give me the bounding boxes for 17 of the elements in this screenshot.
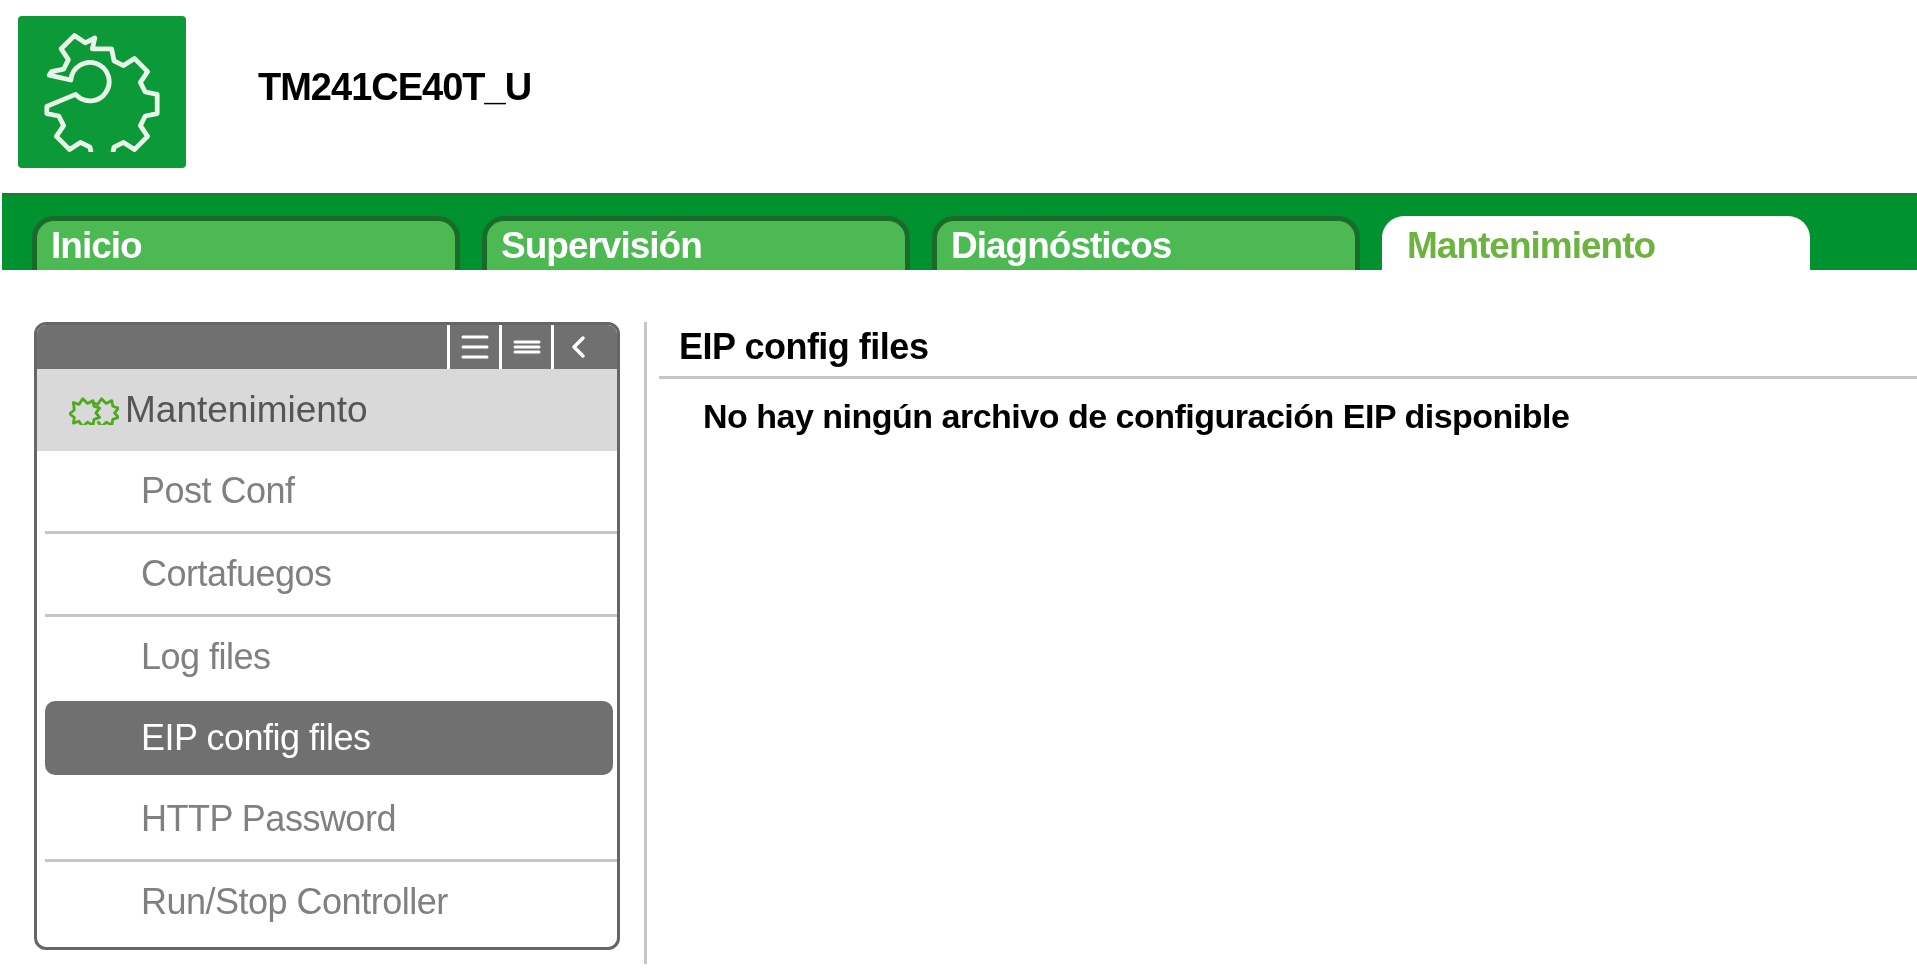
sidebar-item[interactable]: EIP config files	[45, 701, 613, 775]
sidebar-section[interactable]: Mantenimiento	[37, 369, 617, 451]
sidebar-item[interactable]: Cortafuegos	[45, 534, 617, 614]
tab[interactable]: Diagnósticos	[932, 216, 1360, 270]
sidebar-item[interactable]: Log files	[45, 617, 617, 697]
tab[interactable]: Supervisión	[482, 216, 910, 270]
tab[interactable]: Mantenimiento	[1382, 216, 1810, 270]
gear-logo-icon	[18, 16, 186, 168]
page-title: EIP config files	[659, 322, 1917, 379]
puzzle-icon	[69, 395, 119, 425]
sidebar-item[interactable]: Post Conf	[45, 451, 617, 531]
status-message: No hay ningún archivo de configuración EIP disponible	[702, 396, 1571, 436]
sidebar-item[interactable]: Run/Stop Controller	[45, 862, 617, 942]
tab[interactable]: Inicio	[32, 216, 460, 270]
section-label: Mantenimiento	[125, 389, 368, 431]
sidebar-item[interactable]: HTTP Password	[45, 779, 617, 859]
device-name: TM241CE40T_U	[258, 66, 532, 109]
